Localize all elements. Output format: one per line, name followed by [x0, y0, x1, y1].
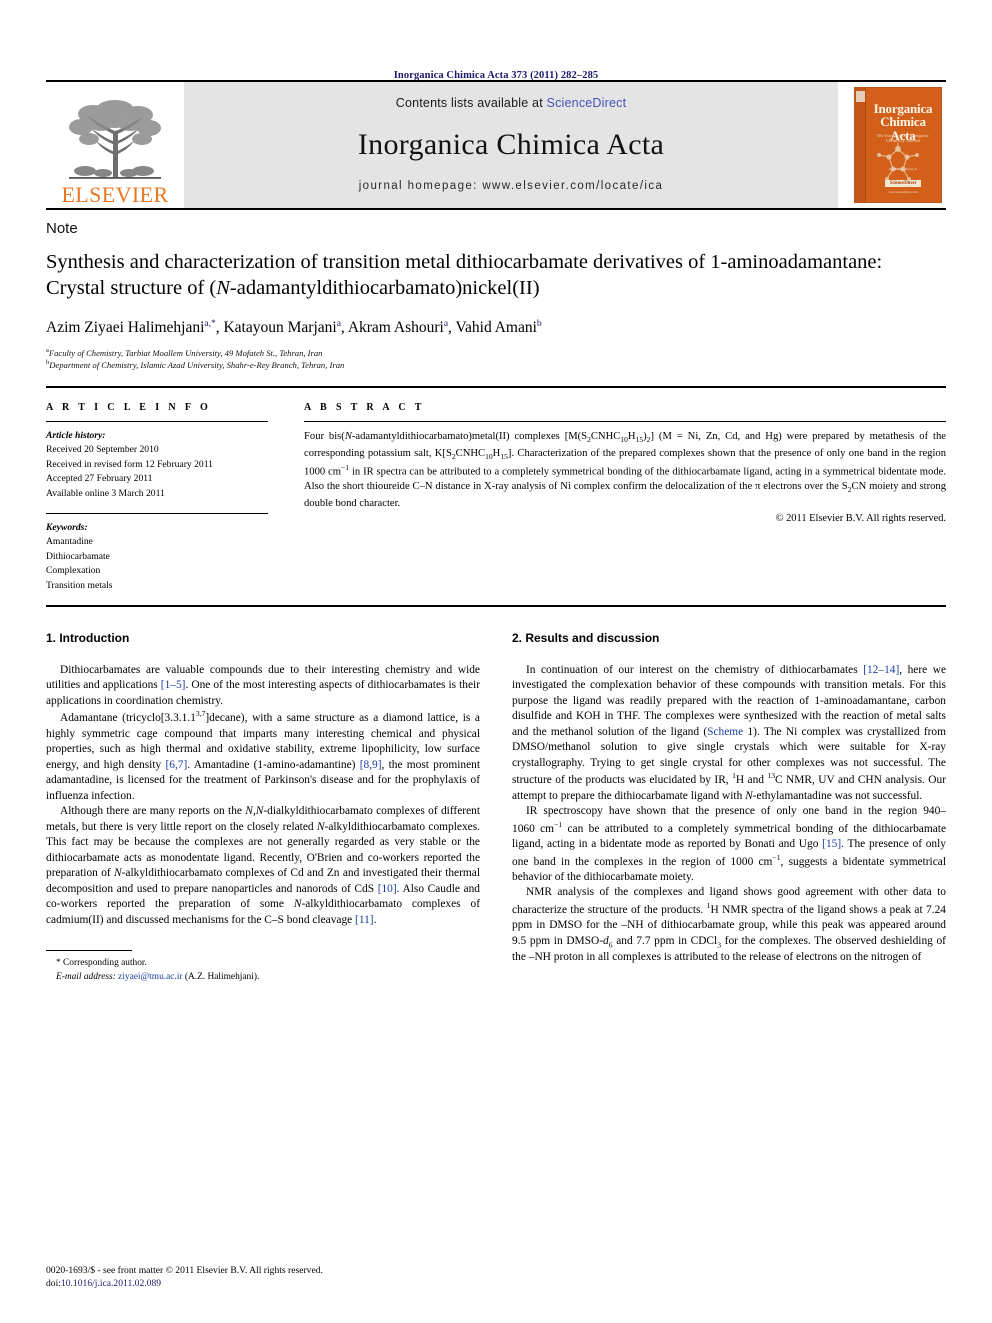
author-marks: b	[536, 319, 542, 330]
email-owner: (A.Z. Halimehjani).	[184, 971, 260, 982]
sciencedirect-link[interactable]: ScienceDirect	[547, 96, 627, 110]
affiliation-item: bDepartment of Chemistry, Islamic Azad U…	[46, 359, 946, 372]
email-note: E-mail address: ziyaei@tmu.ac.ir (A.Z. H…	[46, 971, 480, 985]
keywords-label: Keywords:	[46, 522, 88, 534]
history-item: Received 20 September 2010	[46, 444, 159, 456]
doi-label: doi:	[46, 1278, 61, 1290]
contents-available-line: Contents lists available at ScienceDirec…	[396, 96, 627, 110]
section-heading-results: 2. Results and discussion	[512, 630, 660, 645]
article-history-label: Article history:	[46, 430, 106, 442]
cover-footer-brand: ScienceDirect	[884, 180, 922, 187]
elsevier-tree-icon	[69, 100, 161, 179]
journal-title: Inorganica Chimica Acta	[357, 128, 665, 161]
divider	[46, 513, 268, 515]
doi-line: doi:10.1016/j.ica.2011.02.089	[46, 1277, 323, 1291]
title-italic-N: N	[216, 277, 230, 300]
journal-cover-thumbnail: Inorganica Chimica Acta The Internationa…	[850, 82, 946, 208]
affiliation-text: Faculty of Chemistry, Tarbiat Moallem Un…	[48, 347, 323, 358]
keyword-item: Dithiocarbamate	[46, 550, 110, 562]
contents-prefix-text: Contents lists available at	[395, 96, 547, 110]
article-page: Inorganica Chimica Acta 373 (2011) 282–2…	[0, 0, 992, 1323]
issn-doi-block: 0020-1693/$ - see front matter © 2011 El…	[46, 1264, 323, 1291]
keyword-item: Complexation	[46, 565, 101, 577]
author-marks: a	[443, 319, 449, 330]
doi-link[interactable]: 10.1016/j.ica.2011.02.089	[61, 1278, 161, 1289]
page-title: Synthesis and characterization of transi…	[46, 249, 946, 301]
section-heading-introduction: 1. Introduction	[46, 630, 130, 645]
history-item: Accepted 27 February 2011	[46, 473, 153, 485]
cover-footer-url: www.sciencedirect.com	[888, 190, 918, 194]
author-marks: a	[336, 319, 341, 330]
abstract-column: A B S T R A C T Four bis(N-adamantyldith…	[286, 402, 946, 593]
abstract-text: Four bis(N-adamantyldithiocarbamato)meta…	[304, 431, 946, 510]
author-name[interactable]: Vahid Amani	[456, 320, 537, 337]
elsevier-logo: ELSEVIER	[46, 82, 184, 208]
article-title-block: Note Synthesis and characterization of t…	[46, 208, 946, 372]
affiliation-text: Department of Chemistry, Islamic Azad Un…	[49, 360, 345, 371]
footnote-divider	[46, 950, 132, 952]
elsevier-wordmark: ELSEVIER	[61, 182, 169, 207]
keyword-item: Transition metals	[46, 579, 113, 591]
author-list: Azim Ziyaei Halimehjania,*, Katayoun Mar…	[46, 319, 542, 337]
paragraph: In continuation of our interest on the c…	[512, 663, 947, 802]
affiliation-item: aFaculty of Chemistry, Tarbiat Moallem U…	[46, 347, 946, 360]
affiliation-list: aFaculty of Chemistry, Tarbiat Moallem U…	[46, 347, 946, 372]
paragraph: NMR analysis of the complexes and ligand…	[512, 886, 946, 964]
paragraph: Although there are many reports on the N…	[46, 805, 480, 926]
abstract-heading: A B S T R A C T	[304, 402, 425, 414]
right-column: 2. Results and discussion In continuatio…	[512, 631, 946, 985]
cover-footer-label: available online at	[888, 167, 918, 171]
cover-elsevier-mark-icon	[856, 91, 865, 102]
cover-title-line1: Inorganica	[873, 101, 933, 116]
abstract-copyright: © 2011 Elsevier B.V. All rights reserved…	[775, 513, 946, 525]
divider	[304, 421, 946, 423]
body-columns: 1. Introduction Dithiocarbamates are val…	[46, 631, 946, 985]
corresponding-author-note: * Corresponding author.	[56, 958, 147, 969]
cover-artwork: Inorganica Chimica Acta The Internationa…	[854, 87, 942, 203]
paragraph: Dithiocarbamates are valuable compounds …	[46, 663, 480, 707]
keyword-item: Amantadine	[46, 536, 93, 548]
cover-footer: available online at ScienceDirect www.sc…	[868, 167, 938, 194]
article-info-heading: A R T I C L E I N F O	[46, 402, 212, 414]
history-item: Available online 3 March 2011	[46, 487, 165, 499]
issn-line: 0020-1693/$ - see front matter © 2011 El…	[46, 1264, 323, 1276]
cover-spine	[855, 88, 866, 202]
journal-homepage-link[interactable]: journal homepage: www.elsevier.com/locat…	[359, 180, 664, 192]
email-link[interactable]: ziyaei@tmu.ac.ir	[118, 972, 182, 982]
journal-masthead: ELSEVIER Contents lists available at Sci…	[46, 80, 946, 208]
author-name[interactable]: Katayoun Marjani	[223, 320, 336, 337]
running-head-citation: Inorganica Chimica Acta 373 (2011) 282–2…	[393, 70, 599, 81]
history-item: Received in revised form 12 February 201…	[46, 458, 213, 470]
article-info-column: A R T I C L E I N F O Article history: R…	[46, 402, 286, 593]
article-type-label: Note	[46, 220, 78, 237]
paragraph: Adamantane (tricyclo[3.3.1.13,7]decane),…	[46, 709, 480, 802]
author-name[interactable]: Akram Ashouri	[348, 320, 444, 337]
author-name[interactable]: Azim Ziyaei Halimehjani	[46, 320, 204, 337]
left-column: 1. Introduction Dithiocarbamates are val…	[46, 631, 480, 985]
author-marks: a,*	[204, 319, 216, 330]
divider	[46, 421, 268, 423]
info-abstract-panel: A R T I C L E I N F O Article history: R…	[46, 386, 946, 607]
email-label: E-mail address:	[56, 971, 116, 982]
footnote-block: * Corresponding author. E-mail address: …	[46, 948, 480, 984]
cover-subtitle: The International Inorganic Chemistry Jo…	[876, 133, 930, 143]
paragraph: IR spectroscopy have shown that the pres…	[512, 805, 946, 883]
title-part-2: -adamantyldithiocarbamato)nickel(II)	[229, 277, 540, 300]
masthead-center-panel: Contents lists available at ScienceDirec…	[184, 82, 838, 208]
